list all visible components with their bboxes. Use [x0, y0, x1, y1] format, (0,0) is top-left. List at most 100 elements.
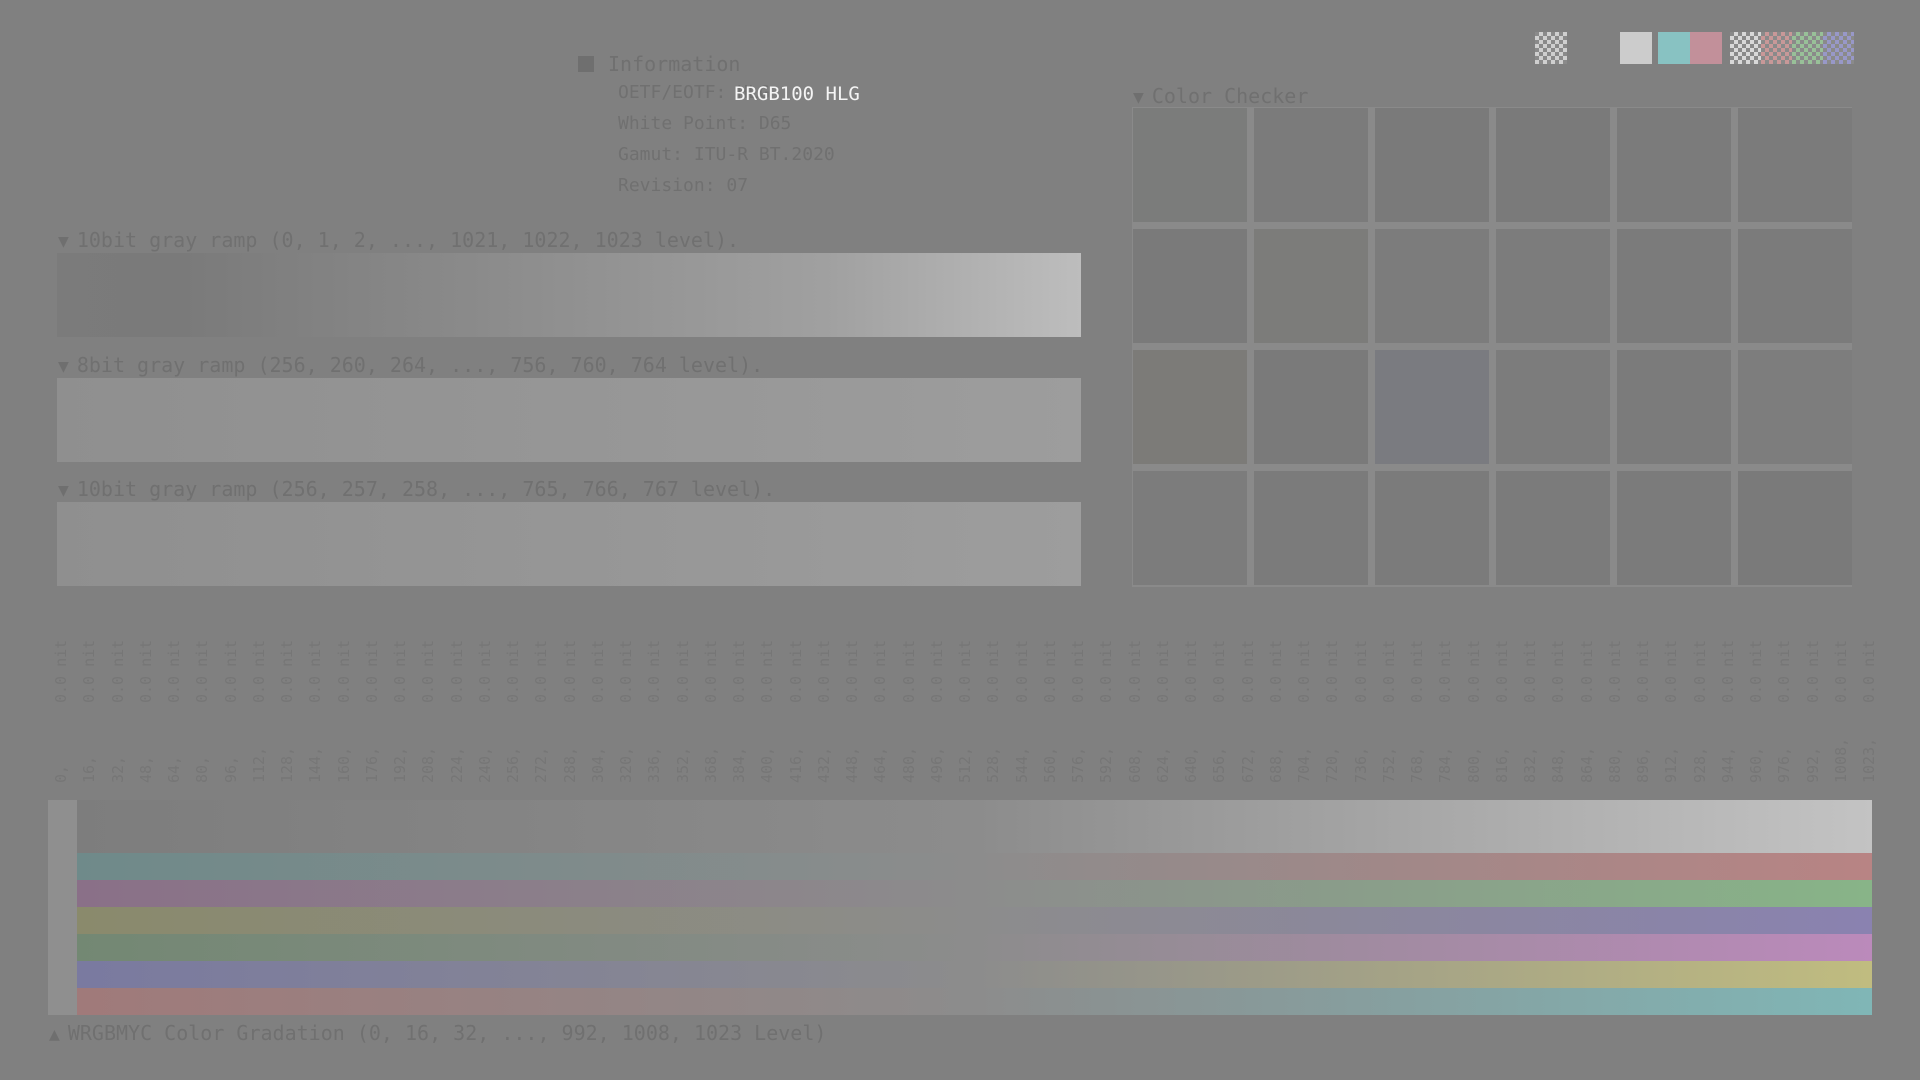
tick-code-value: 960,	[1747, 746, 1765, 783]
tick-column: 0.0 nit 512,	[952, 625, 978, 785]
color-checker-patch	[1496, 471, 1610, 585]
color-checker-label: ▼ Color Checker	[1133, 84, 1309, 108]
tick-column: 0.0 nit 960,	[1743, 625, 1769, 785]
tick-column: 0.0 nit 368,	[698, 625, 724, 785]
tick-column: 0.0 nit 928,	[1687, 625, 1713, 785]
tick-nit-label: 0.0 nit	[1662, 639, 1681, 703]
tick-nit-label: 0.0 nit	[1831, 639, 1850, 703]
tick-nit-label: 0.0 nit	[1069, 639, 1087, 703]
color-checker-patch	[1375, 350, 1489, 464]
tick-code-value: 416,	[786, 746, 805, 783]
tick-code-value: 256,	[504, 746, 522, 783]
tick-column: 0.0 nit 704,	[1291, 625, 1317, 785]
tick-code-value: 192,	[391, 746, 409, 783]
swatch-checker-blue	[1823, 32, 1854, 64]
tick-column: 0.0 nit 560,	[1037, 625, 1063, 785]
tick-code-value: 320,	[617, 746, 635, 783]
tick-column: 0.0 nit 640,	[1178, 625, 1204, 785]
tick-code-value: 480,	[899, 746, 918, 783]
color-checker-patch	[1617, 471, 1731, 585]
tick-code-value: 0,	[52, 764, 70, 783]
tick-nit-label: 0.0 nit	[1210, 639, 1229, 703]
gradation-row-cyan	[77, 988, 1872, 1015]
color-checker-patch	[1496, 350, 1610, 464]
tick-nit-label: 0.0 nit	[1323, 639, 1342, 703]
tick-nit-label: 0.0 nit	[899, 639, 918, 703]
tick-column: 0.0 nit 416,	[783, 625, 809, 785]
tick-code-value: 96,	[221, 755, 240, 783]
triangle-down-icon: ▼	[1133, 87, 1144, 108]
color-checker-patch	[1133, 471, 1247, 585]
ramp-label-10bit-mid: ▼ 10bit gray ramp (256, 257, 258, ..., 76…	[58, 477, 776, 501]
tick-code-value: 784,	[1436, 746, 1455, 783]
tick-nit-label: 0.0 nit	[1040, 639, 1059, 703]
color-checker-patch	[1133, 229, 1247, 343]
tick-nit-label: 0.0 nit	[1238, 639, 1257, 703]
tick-nit-label: 0.0 nit	[673, 639, 692, 703]
color-checker-patch	[1133, 108, 1247, 222]
tick-nit-label: 0.0 nit	[1125, 639, 1144, 703]
tick-code-value: 496,	[927, 746, 946, 783]
tick-column: 0.0 nit 16,	[76, 625, 102, 785]
color-checker-patch	[1375, 108, 1489, 222]
tick-column: 0.0 nit 272,	[528, 625, 554, 785]
info-line-revision: Revision: 07	[618, 175, 749, 196]
color-checker-patch	[1738, 229, 1852, 343]
tick-nit-label: 0.0 nit	[843, 639, 861, 703]
tick-column: 0.0 nit 192,	[387, 625, 413, 785]
tick-column: 0.0 nit 160,	[331, 625, 357, 785]
tick-nit-label: 0.0 nit	[1577, 639, 1596, 703]
tick-column: 0.0 nit 912,	[1658, 625, 1684, 785]
triangle-up-icon: ▲	[49, 1024, 60, 1045]
tick-code-value: 992,	[1803, 746, 1822, 783]
gradation-row-blue	[77, 907, 1872, 934]
tick-nit-label: 0.0 nit	[1718, 639, 1737, 703]
tick-code-value: 768,	[1408, 746, 1426, 783]
tick-code-value: 144,	[306, 746, 325, 783]
tick-nit-label: 0.0 nit	[1690, 639, 1709, 703]
tick-code-value: 656,	[1210, 746, 1229, 783]
tick-column: 0.0 nit 0,	[48, 625, 74, 785]
tick-code-value: 592,	[1097, 746, 1116, 783]
tick-column: 0.0 nit 64,	[161, 625, 187, 785]
color-checker-patch	[1617, 350, 1731, 464]
tick-nit-label: 0.0 nit	[391, 639, 409, 703]
tick-column: 0.0 nit 784,	[1432, 625, 1458, 785]
tick-column: 0.0 nit 832,	[1517, 625, 1543, 785]
color-checker-patch	[1496, 229, 1610, 343]
tick-code-value: 32,	[108, 755, 127, 783]
tick-code-value: 80,	[193, 755, 212, 783]
information-heading: Information	[578, 52, 835, 76]
tick-code-value: 1008,	[1831, 737, 1850, 783]
info-line-gamut: Gamut: ITU-R BT.2020	[618, 144, 835, 165]
tick-code-value: 752,	[1379, 746, 1398, 783]
tick-nit-label: 0.0 nit	[1436, 639, 1455, 703]
tick-column: 0.0 nit 496,	[924, 625, 950, 785]
tick-column: 0.0 nit 208,	[415, 625, 441, 785]
tick-nit-label: 0.0 nit	[221, 639, 240, 703]
information-panel: Information OETF/EOTF: HLG White Point: …	[578, 52, 835, 206]
tick-column: 0.0 nit 432,	[811, 625, 837, 785]
color-checker-grid	[1132, 107, 1852, 587]
tick-code-value: 528,	[984, 746, 1003, 783]
swatch-checker-gray	[1535, 32, 1567, 64]
tick-code-value: 160,	[334, 746, 353, 783]
tick-code-value: 816,	[1492, 746, 1511, 783]
tick-nit-label: 0.0 nit	[1775, 639, 1794, 703]
tick-column: 0.0 nit 720,	[1319, 625, 1345, 785]
tick-code-value: 704,	[1295, 746, 1313, 783]
tick-column: 0.0 nit 688,	[1263, 625, 1289, 785]
tick-column: 0.0 nit 592,	[1093, 625, 1119, 785]
tick-code-value: 672,	[1238, 746, 1257, 783]
tick-column: 0.0 nit 240,	[472, 625, 498, 785]
tick-code-value: 896,	[1634, 746, 1652, 783]
tick-code-value: 64,	[165, 755, 183, 783]
tick-column: 0.0 nit 352,	[670, 625, 696, 785]
tick-code-value: 432,	[814, 746, 833, 783]
tick-code-value: 560,	[1040, 746, 1059, 783]
tick-nit-label: 0.0 nit	[1521, 639, 1539, 703]
tick-nit-label: 0.0 nit	[730, 639, 748, 703]
tick-nit-label: 0.0 nit	[1097, 639, 1116, 703]
triangle-down-icon: ▼	[58, 231, 69, 252]
swatch-solid-pink	[1690, 32, 1722, 64]
